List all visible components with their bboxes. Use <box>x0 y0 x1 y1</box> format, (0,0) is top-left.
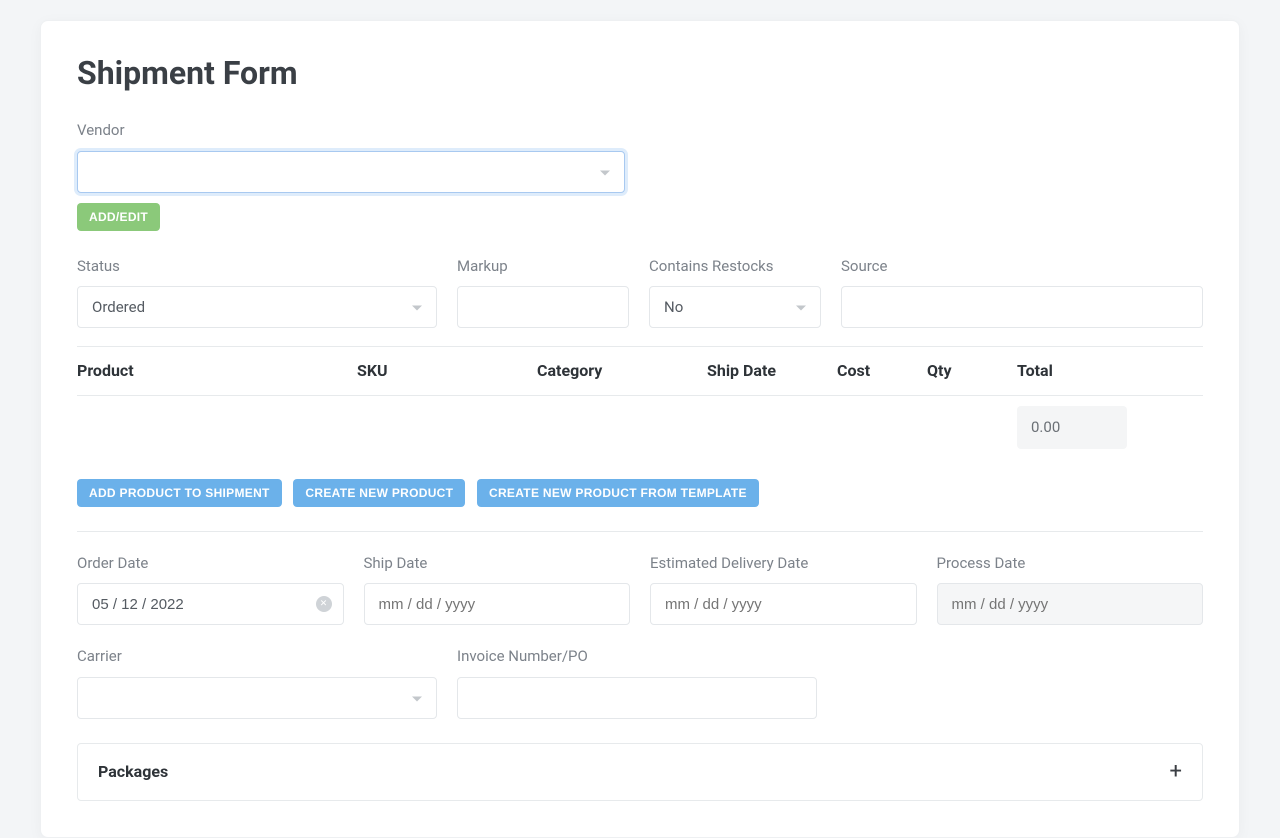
edd-input[interactable] <box>665 584 902 624</box>
invoice-input[interactable] <box>472 678 802 718</box>
vendor-label: Vendor <box>77 119 1203 142</box>
add-product-button[interactable]: ADD PRODUCT TO SHIPMENT <box>77 479 282 507</box>
carrier-group: Carrier <box>77 645 437 719</box>
ship-date-group: Ship Date <box>364 552 631 626</box>
page-title: Shipment Form <box>77 49 1203 97</box>
source-input[interactable] <box>856 287 1188 327</box>
order-date-input[interactable] <box>92 584 329 624</box>
chevron-down-icon <box>412 696 422 701</box>
table-totals-row: 0.00 <box>77 396 1203 465</box>
restocks-select-value: No <box>664 296 683 319</box>
table-header-row: Product SKU Category Ship Date Cost Qty … <box>77 346 1203 396</box>
ship-date-label: Ship Date <box>364 552 631 575</box>
status-select[interactable]: Ordered <box>77 286 437 328</box>
shipment-form-card: Shipment Form Vendor ADD/EDIT Status Ord… <box>40 20 1240 838</box>
vendor-add-edit-button[interactable]: ADD/EDIT <box>77 203 160 231</box>
ship-date-input[interactable] <box>379 584 616 624</box>
chevron-down-icon <box>600 170 610 175</box>
col-sku: SKU <box>357 359 537 383</box>
ship-date-input-wrap[interactable] <box>364 583 631 625</box>
divider <box>77 531 1203 532</box>
product-buttons-row: ADD PRODUCT TO SHIPMENT CREATE NEW PRODU… <box>77 479 1203 507</box>
order-date-group: Order Date <box>77 552 344 626</box>
packages-title: Packages <box>98 760 168 784</box>
plus-icon: + <box>1170 761 1182 783</box>
packages-accordion[interactable]: Packages + <box>77 743 1203 801</box>
create-from-template-button[interactable]: CREATE NEW PRODUCT FROM TEMPLATE <box>477 479 759 507</box>
markup-label: Markup <box>457 255 629 278</box>
markup-input-group[interactable]: % <box>457 286 629 328</box>
edd-label: Estimated Delivery Date <box>650 552 917 575</box>
table-total-value: 0.00 <box>1017 406 1127 449</box>
order-date-label: Order Date <box>77 552 344 575</box>
source-field-group: Source <box>841 255 1203 329</box>
status-row: Status Ordered Markup % Contains Restock… <box>77 255 1203 329</box>
col-total: Total <box>1017 359 1203 383</box>
create-product-button[interactable]: CREATE NEW PRODUCT <box>293 479 465 507</box>
chevron-down-icon <box>796 306 806 311</box>
edd-input-wrap[interactable] <box>650 583 917 625</box>
process-date-input <box>952 584 1189 624</box>
carrier-label: Carrier <box>77 645 437 668</box>
source-input-wrap[interactable] <box>841 286 1203 328</box>
col-category: Category <box>537 359 707 383</box>
vendor-field-group: Vendor ADD/EDIT <box>77 119 1203 231</box>
col-qty: Qty <box>927 359 1017 383</box>
invoice-group: Invoice Number/PO <box>457 645 817 719</box>
markup-field-group: Markup % <box>457 255 629 329</box>
chevron-down-icon <box>412 306 422 311</box>
order-date-input-wrap[interactable] <box>77 583 344 625</box>
clear-icon[interactable] <box>316 596 332 612</box>
status-label: Status <box>77 255 437 278</box>
col-product: Product <box>77 359 357 383</box>
dates-row: Order Date Ship Date Estimated Delivery … <box>77 552 1203 626</box>
status-field-group: Status Ordered <box>77 255 437 329</box>
invoice-label: Invoice Number/PO <box>457 645 817 668</box>
process-date-group: Process Date <box>937 552 1204 626</box>
restocks-select[interactable]: No <box>649 286 821 328</box>
invoice-input-wrap[interactable] <box>457 677 817 719</box>
edd-group: Estimated Delivery Date <box>650 552 917 626</box>
restocks-label: Contains Restocks <box>649 255 821 278</box>
carrier-select[interactable] <box>77 677 437 719</box>
col-cost: Cost <box>837 359 927 383</box>
col-shipdate: Ship Date <box>707 359 837 383</box>
carrier-row: Carrier Invoice Number/PO <box>77 645 1203 719</box>
vendor-select[interactable] <box>77 151 625 193</box>
process-date-label: Process Date <box>937 552 1204 575</box>
process-date-input-wrap <box>937 583 1204 625</box>
restocks-field-group: Contains Restocks No <box>649 255 821 329</box>
products-table: Product SKU Category Ship Date Cost Qty … <box>77 346 1203 465</box>
source-label: Source <box>841 255 1203 278</box>
markup-input[interactable] <box>458 287 681 327</box>
status-select-value: Ordered <box>92 296 145 319</box>
